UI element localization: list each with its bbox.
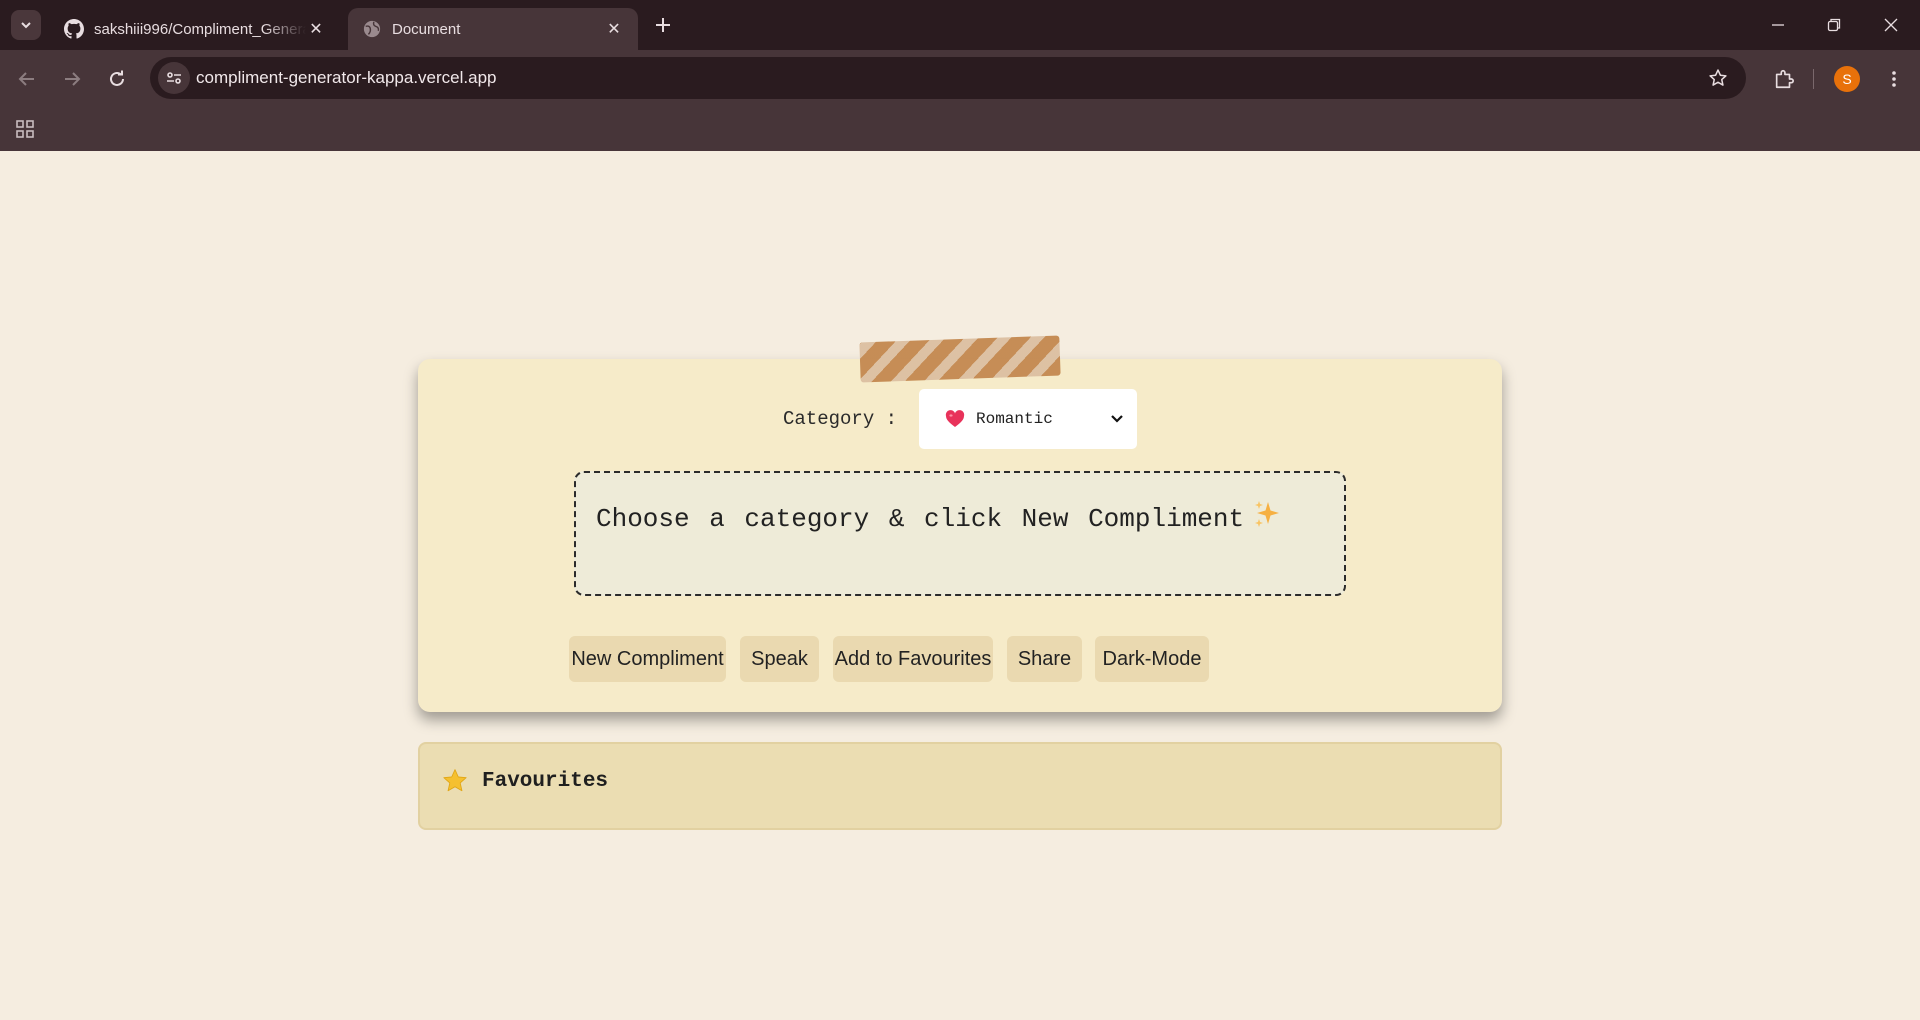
plus-icon xyxy=(656,18,670,32)
page-viewport: Category : Romantic Choose a category & … xyxy=(0,151,1920,1020)
minimize-button[interactable] xyxy=(1749,0,1807,50)
tab-title: sakshiii996/Compliment_Generator xyxy=(94,20,306,38)
tab-github[interactable]: sakshiii996/Compliment_Generator ✕ xyxy=(50,8,340,50)
favourites-panel: Favourites xyxy=(418,742,1502,830)
decorative-tape xyxy=(859,335,1061,383)
reload-icon xyxy=(110,70,124,86)
forward-button[interactable] xyxy=(54,61,90,97)
category-select[interactable]: Romantic xyxy=(919,389,1137,449)
category-row: Category : Romantic xyxy=(418,389,1502,449)
new-tab-button[interactable] xyxy=(648,10,678,40)
bookmarks-bar xyxy=(0,108,1920,151)
compliment-text-line: Choose a category & click New Compliment xyxy=(596,499,1282,534)
close-icon[interactable]: ✕ xyxy=(604,19,624,39)
reload-button[interactable] xyxy=(99,61,135,97)
bookmark-star-icon[interactable] xyxy=(1706,66,1730,90)
chevron-down-icon xyxy=(1109,411,1125,427)
chevron-down-icon xyxy=(21,22,31,29)
share-button[interactable]: Share xyxy=(1007,636,1082,682)
arrow-left-icon xyxy=(18,72,34,86)
close-icon xyxy=(1884,18,1898,32)
add-to-favourites-button[interactable]: Add to Favourites xyxy=(833,636,993,682)
site-info-icon[interactable] xyxy=(158,62,190,94)
tab-title: Document xyxy=(392,20,461,38)
close-icon[interactable]: ✕ xyxy=(306,19,326,39)
address-bar[interactable]: compliment-generator-kappa.vercel.app xyxy=(150,57,1746,99)
more-menu-icon[interactable] xyxy=(1876,61,1912,97)
restore-icon xyxy=(1827,18,1841,32)
github-icon xyxy=(64,19,84,39)
star-icon xyxy=(442,768,468,794)
favourites-title: Favourites xyxy=(482,770,609,793)
dark-mode-button[interactable]: Dark-Mode xyxy=(1095,636,1209,682)
globe-icon xyxy=(362,19,382,39)
category-value: Romantic xyxy=(976,410,1053,428)
action-buttons: New Compliment Speak Add to Favourites S… xyxy=(418,636,1502,682)
close-window-button[interactable] xyxy=(1862,0,1920,50)
new-compliment-button[interactable]: New Compliment xyxy=(569,636,726,682)
browser-tabstrip: sakshiii996/Compliment_Generator ✕ Docum… xyxy=(0,0,1920,50)
tab-document[interactable]: Document ✕ xyxy=(348,8,638,50)
minimize-icon xyxy=(1772,24,1784,26)
url-text[interactable]: compliment-generator-kappa.vercel.app xyxy=(196,68,497,88)
tab-search-button[interactable] xyxy=(11,10,41,40)
arrow-right-icon xyxy=(65,72,81,86)
speak-button[interactable]: Speak xyxy=(740,636,819,682)
restore-button[interactable] xyxy=(1805,0,1863,50)
sparkles-icon xyxy=(1252,499,1282,529)
category-label: Category : xyxy=(783,408,898,430)
compliment-display: Choose a category & click New Compliment xyxy=(574,471,1346,596)
compliment-text: Choose a category & click New Compliment xyxy=(596,504,1245,534)
browser-toolbar: compliment-generator-kappa.vercel.app S xyxy=(0,50,1920,108)
back-button[interactable] xyxy=(9,61,45,97)
compliment-card: Category : Romantic Choose a category & … xyxy=(418,359,1502,712)
profile-avatar[interactable]: S xyxy=(1834,66,1860,92)
toolbar-divider xyxy=(1813,69,1814,89)
apps-grid-icon[interactable] xyxy=(12,116,38,142)
extensions-icon[interactable] xyxy=(1766,61,1802,97)
heart-icon xyxy=(945,409,965,429)
